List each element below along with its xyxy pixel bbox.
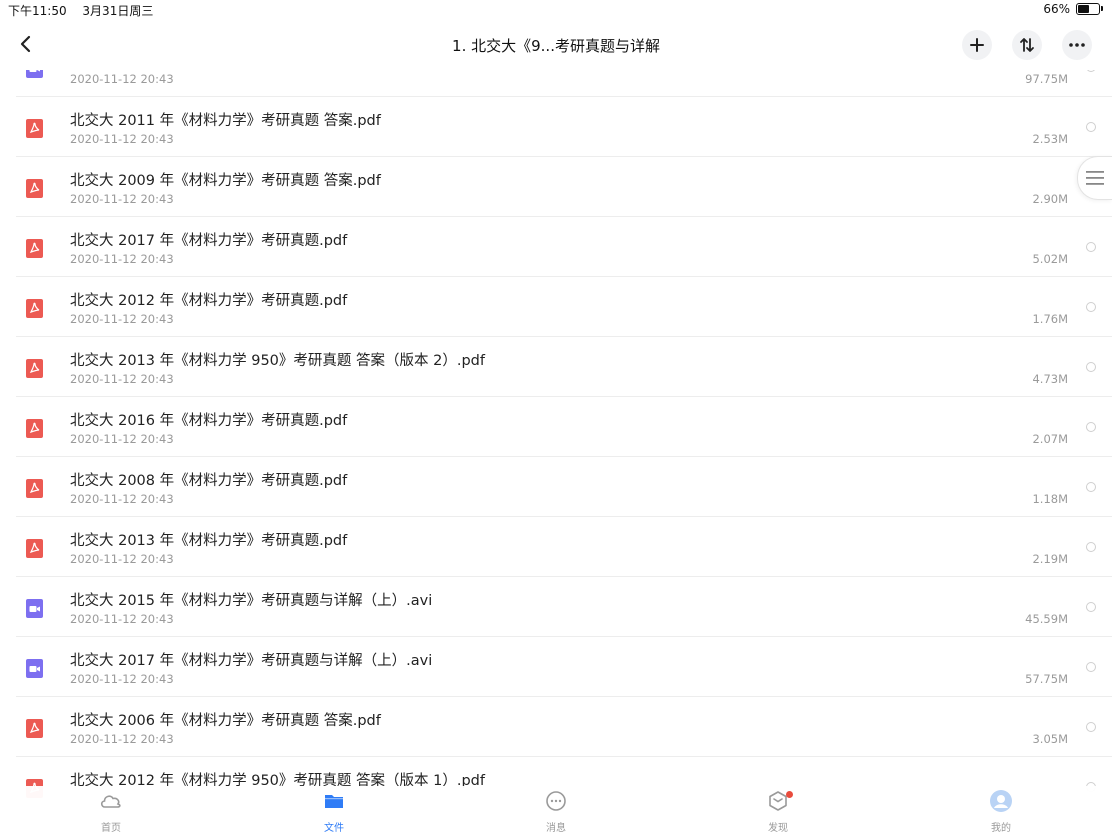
file-size: 1.76M [1032,312,1068,326]
status-time: 下午11:50 [8,4,67,18]
pdf-file-icon [26,539,43,558]
folder-icon [323,791,345,815]
battery-icon [1076,3,1103,15]
tab-label: 文件 [324,823,344,834]
file-date: 2020-11-12 20:43 [70,612,174,626]
tab-avatar[interactable]: 我的 [971,790,1031,834]
file-date: 2020-11-12 20:43 [70,252,174,266]
file-row[interactable]: 北交大 2009 年《材料力学》考研真题 答案.pdf 2020-11-12 20… [16,157,1112,217]
file-size: 5.02M [1032,252,1068,266]
page-title: 1. 北交大《9...考研真题与详解 [452,37,660,55]
notification-badge [786,791,793,798]
plus-icon [970,38,984,52]
add-button[interactable] [962,30,992,60]
battery-percent: 66% [1043,2,1070,16]
file-date: 2020-11-12 20:43 [70,672,174,686]
pdf-file-icon [26,419,43,438]
file-row[interactable]: 北交大 2008 年《材料力学》考研真题.pdf 2020-11-12 20:43… [16,457,1112,517]
select-checkbox[interactable] [1086,602,1096,612]
file-name: 北交大 2013 年《材料力学 950》考研真题 答案（版本 2）.pdf [70,353,485,369]
select-checkbox[interactable] [1086,482,1096,492]
more-dots-icon [1069,43,1085,47]
select-checkbox[interactable] [1086,302,1096,312]
file-date: 2020-11-12 20:43 [70,492,174,506]
file-name: 北交大 2011 年《材料力学》考研真题 答案.pdf [70,113,381,129]
file-name: 北交大 2008 年《材料力学》考研真题.pdf [70,473,348,489]
tab-bar: 首页 文件 消息 发现 我的 [0,786,1112,834]
status-bar: 下午11:50 3月31日周三 66% [0,0,1112,20]
tab-folder[interactable]: 文件 [304,790,364,834]
select-checkbox[interactable] [1086,722,1096,732]
nav-bar: 1. 北交大《9...考研真题与详解 [0,20,1112,70]
pdf-file-icon [26,719,43,738]
file-size: 2.90M [1032,192,1068,206]
tab-label: 我的 [991,823,1011,834]
tab-label: 发现 [768,823,788,834]
file-date: 2020-11-12 20:43 [70,132,174,146]
file-name: 北交大 2013 年《材料力学》考研真题.pdf [70,533,348,549]
chat-icon [545,790,567,816]
file-row[interactable]: 北交大 2017 年《材料力学》考研真题.pdf 2020-11-12 20:43… [16,217,1112,277]
file-name: 北交大 2015 年《材料力学》考研真题与详解（上）.avi [70,593,433,609]
file-name: 北交大 2009 年《材料力学》考研真题 答案.pdf [70,173,381,189]
video-file-icon [26,659,43,678]
file-name: 北交大 2017 年《材料力学》考研真题与详解（上）.avi [70,653,433,669]
file-size: 1.18M [1032,492,1068,506]
file-row[interactable]: 北交大 2011 年《材料力学》考研真题 答案.pdf 2020-11-12 20… [16,97,1112,157]
file-date: 2020-11-12 20:43 [70,72,174,86]
file-date: 2020-11-12 20:43 [70,732,174,746]
pdf-file-icon [26,239,43,258]
tab-cloud[interactable]: 首页 [81,790,141,834]
file-name: 北交大 2006 年《材料力学》考研真题 答案.pdf [70,713,381,729]
file-date: 2020-11-12 20:43 [70,192,174,206]
select-checkbox[interactable] [1086,362,1096,372]
tab-label: 消息 [546,823,566,834]
menu-lines-icon [1086,171,1104,185]
select-checkbox[interactable] [1086,122,1096,132]
file-name: 北交大 2016 年《材料力学》考研真题.pdf [70,413,348,429]
side-menu-handle[interactable] [1077,156,1112,200]
pdf-file-icon [26,359,43,378]
select-checkbox[interactable] [1086,542,1096,552]
file-row[interactable]: 北交大 2013 年《材料力学 950》考研真题 答案（版本 2）.pdf 202… [16,337,1112,397]
file-date: 2020-11-12 20:43 [70,372,174,386]
pdf-file-icon [26,299,43,318]
sort-button[interactable] [1012,30,1042,60]
select-checkbox[interactable] [1086,662,1096,672]
file-date: 2020-11-12 20:43 [70,552,174,566]
file-row[interactable]: 北交大 2012 年《材料力学》考研真题.pdf 2020-11-12 20:43… [16,277,1112,337]
tab-discover[interactable]: 发现 [748,790,808,834]
file-row[interactable]: 北交大 2016 年《材料力学》考研真题.pdf 2020-11-12 20:43… [16,397,1112,457]
file-size: 4.73M [1032,372,1068,386]
file-size: 97.75M [1025,72,1068,86]
avatar-icon [989,789,1013,817]
select-checkbox[interactable] [1086,242,1096,252]
file-date: 2020-11-12 20:43 [70,312,174,326]
video-file-icon [26,599,43,618]
file-size: 2.19M [1032,552,1068,566]
pdf-file-icon [26,179,43,198]
tab-label: 首页 [101,823,121,834]
file-name: 北交大 2017 年《材料力学》考研真题.pdf [70,233,348,249]
file-size: 57.75M [1025,672,1068,686]
sort-icon [1020,38,1034,52]
file-size: 3.05M [1032,732,1068,746]
select-checkbox[interactable] [1086,422,1096,432]
file-size: 45.59M [1025,612,1068,626]
file-row[interactable]: 北交大 2006 年《材料力学》考研真题 答案.pdf 2020-11-12 20… [16,697,1112,757]
cloud-icon [99,791,123,815]
file-name: 北交大 2012 年《材料力学》考研真题.pdf [70,293,348,309]
pdf-file-icon [26,479,43,498]
pdf-file-icon [26,119,43,138]
file-row[interactable]: 北交大 2013 年《材料力学》考研真题.pdf 2020-11-12 20:43… [16,517,1112,577]
file-date: 2020-11-12 20:43 [70,432,174,446]
tab-chat[interactable]: 消息 [526,790,586,834]
more-button[interactable] [1062,30,1092,60]
file-size: 2.07M [1032,432,1068,446]
file-row[interactable]: 北交大 2017 年《材料力学》考研真题与详解（上）.avi 2020-11-12… [16,637,1112,697]
file-size: 2.53M [1032,132,1068,146]
status-date: 3月31日周三 [82,4,154,18]
file-row[interactable]: 北交大 2015 年《材料力学》考研真题与详解（上）.avi 2020-11-12… [16,577,1112,637]
